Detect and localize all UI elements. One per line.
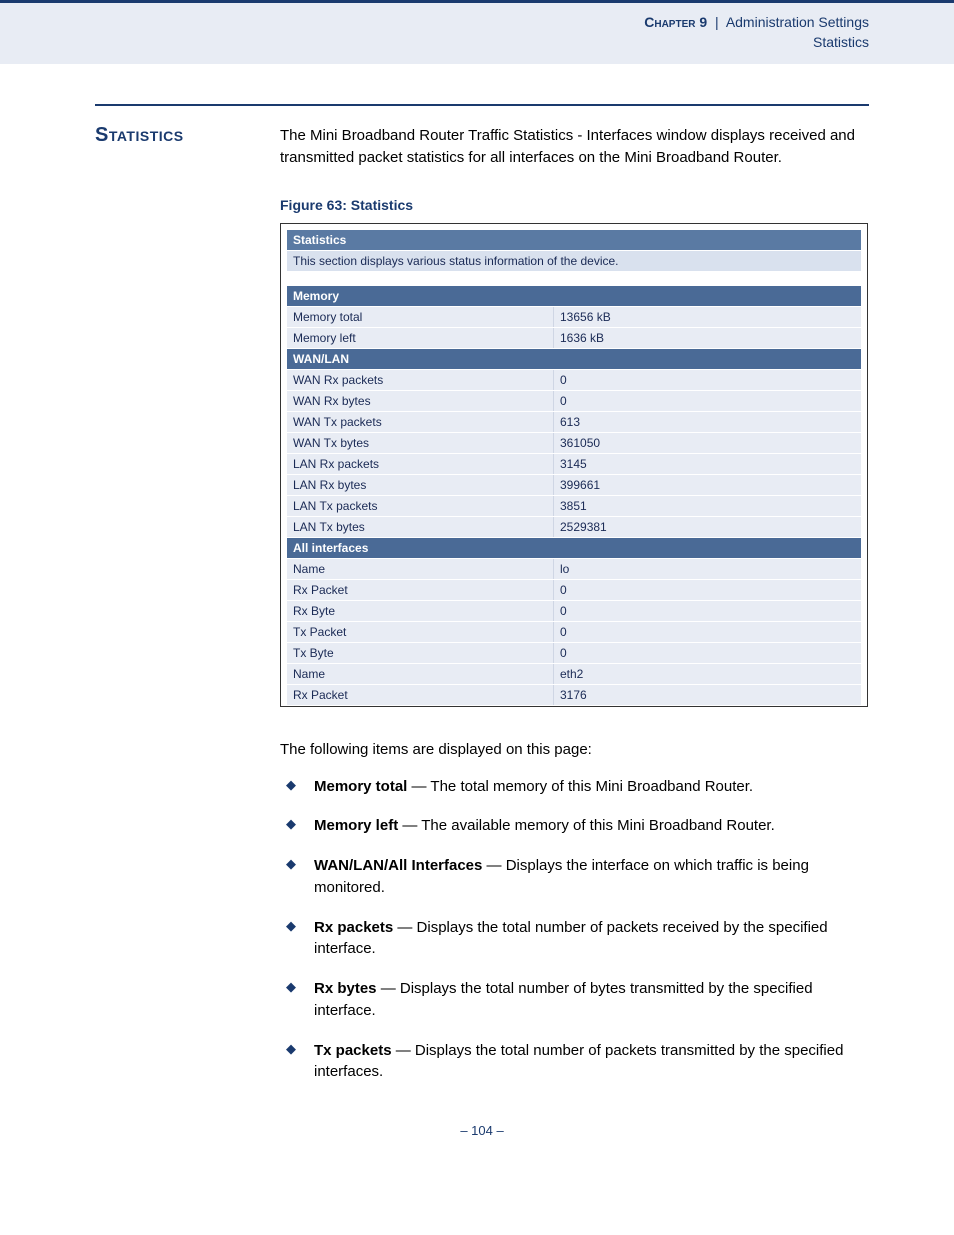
all-interfaces-value: 0: [553, 580, 861, 600]
wanlan-row: WAN Tx packets613: [287, 412, 861, 433]
lead-paragraph: The following items are displayed on thi…: [280, 741, 869, 758]
panel-spacer: [287, 272, 861, 286]
wanlan-label: LAN Tx bytes: [287, 517, 553, 537]
header-chapter: Chapter 9: [644, 14, 707, 30]
definition-text: — The total memory of this Mini Broadban…: [407, 778, 753, 795]
panel-subtitle-bar: This section displays various status inf…: [287, 251, 861, 272]
all-interfaces-value: 3176: [553, 685, 861, 705]
wanlan-value: 361050: [553, 433, 861, 453]
wanlan-row: WAN Rx packets0: [287, 370, 861, 391]
definition-text: — The available memory of this Mini Broa…: [398, 817, 775, 834]
all-interfaces-label: Name: [287, 664, 553, 684]
definition-item: Memory left — The available memory of th…: [280, 815, 869, 837]
wanlan-row: WAN Rx bytes0: [287, 391, 861, 412]
figure-caption: Figure 63: Statistics: [280, 197, 869, 213]
wanlan-row: LAN Tx bytes2529381: [287, 517, 861, 538]
all-interfaces-label: Tx Packet: [287, 622, 553, 642]
definition-term: Tx packets: [314, 1042, 392, 1059]
definition-term: Rx bytes: [314, 980, 377, 997]
page-header: Chapter 9 | Administration Settings Stat…: [0, 0, 954, 64]
page-content: Statistics The Mini Broadband Router Tra…: [0, 64, 954, 1168]
wanlan-value: 613: [553, 412, 861, 432]
wanlan-label: WAN Rx bytes: [287, 391, 553, 411]
page-number: – 104 –: [95, 1123, 869, 1168]
all-interfaces-value: 0: [553, 601, 861, 621]
header-section: Administration Settings: [726, 14, 869, 30]
wanlan-value: 3851: [553, 496, 861, 516]
memory-label: Memory total: [287, 307, 553, 327]
wanlan-row: WAN Tx bytes361050: [287, 433, 861, 454]
wanlan-row: LAN Rx packets3145: [287, 454, 861, 475]
all-interfaces-row: Rx Packet3176: [287, 685, 861, 706]
memory-row: Memory total13656 kB: [287, 307, 861, 328]
header-subsection: Statistics: [813, 34, 869, 50]
definition-list: Memory total — The total memory of this …: [280, 776, 869, 1084]
definition-item: Tx packets — Displays the total number o…: [280, 1040, 869, 1084]
definition-item: WAN/LAN/All Interfaces — Displays the in…: [280, 855, 869, 899]
horizontal-rule: [95, 104, 869, 106]
definition-term: Rx packets: [314, 919, 393, 936]
definition-item: Rx packets — Displays the total number o…: [280, 917, 869, 961]
memory-value: 13656 kB: [553, 307, 861, 327]
definition-term: Memory total: [314, 778, 407, 795]
wanlan-section-header: WAN/LAN: [287, 349, 861, 370]
wanlan-label: WAN Tx bytes: [287, 433, 553, 453]
figure-box: Statistics This section displays various…: [280, 223, 868, 707]
memory-row: Memory left1636 kB: [287, 328, 861, 349]
memory-label: Memory left: [287, 328, 553, 348]
all-interfaces-row: Tx Packet0: [287, 622, 861, 643]
statistics-panel: Statistics This section displays various…: [287, 230, 861, 706]
definition-item: Rx bytes — Displays the total number of …: [280, 978, 869, 1022]
definition-text: — Displays the total number of packets t…: [314, 1042, 843, 1081]
all-interfaces-row: Nameeth2: [287, 664, 861, 685]
all-interfaces-value: 0: [553, 643, 861, 663]
all-interfaces-row: Namelo: [287, 559, 861, 580]
wanlan-row: LAN Rx bytes399661: [287, 475, 861, 496]
definition-term: WAN/LAN/All Interfaces: [314, 857, 482, 874]
header-separator: |: [715, 14, 719, 30]
wanlan-label: LAN Rx bytes: [287, 475, 553, 495]
wanlan-value: 0: [553, 370, 861, 390]
wanlan-value: 2529381: [553, 517, 861, 537]
wanlan-row: LAN Tx packets3851: [287, 496, 861, 517]
all-interfaces-value: 0: [553, 622, 861, 642]
all-interfaces-value: lo: [553, 559, 861, 579]
wanlan-value: 0: [553, 391, 861, 411]
memory-value: 1636 kB: [553, 328, 861, 348]
wanlan-label: LAN Tx packets: [287, 496, 553, 516]
definition-term: Memory left: [314, 817, 398, 834]
all-interfaces-label: Rx Packet: [287, 685, 553, 705]
all-interfaces-value: eth2: [553, 664, 861, 684]
wanlan-value: 399661: [553, 475, 861, 495]
body-column: The Mini Broadband Router Traffic Statis…: [280, 125, 869, 1083]
panel-title-bar: Statistics: [287, 230, 861, 251]
all-interfaces-section-header: All interfaces: [287, 538, 861, 559]
definition-text: — Displays the total number of bytes tra…: [314, 980, 813, 1019]
all-interfaces-row: Rx Packet0: [287, 580, 861, 601]
wanlan-label: WAN Tx packets: [287, 412, 553, 432]
all-interfaces-label: Name: [287, 559, 553, 579]
memory-section-header: Memory: [287, 286, 861, 307]
all-interfaces-row: Rx Byte0: [287, 601, 861, 622]
intro-paragraph: The Mini Broadband Router Traffic Statis…: [280, 125, 869, 169]
all-interfaces-label: Tx Byte: [287, 643, 553, 663]
wanlan-value: 3145: [553, 454, 861, 474]
wanlan-label: WAN Rx packets: [287, 370, 553, 390]
all-interfaces-row: Tx Byte0: [287, 643, 861, 664]
wanlan-label: LAN Rx packets: [287, 454, 553, 474]
all-interfaces-label: Rx Byte: [287, 601, 553, 621]
definition-item: Memory total — The total memory of this …: [280, 776, 869, 798]
all-interfaces-label: Rx Packet: [287, 580, 553, 600]
